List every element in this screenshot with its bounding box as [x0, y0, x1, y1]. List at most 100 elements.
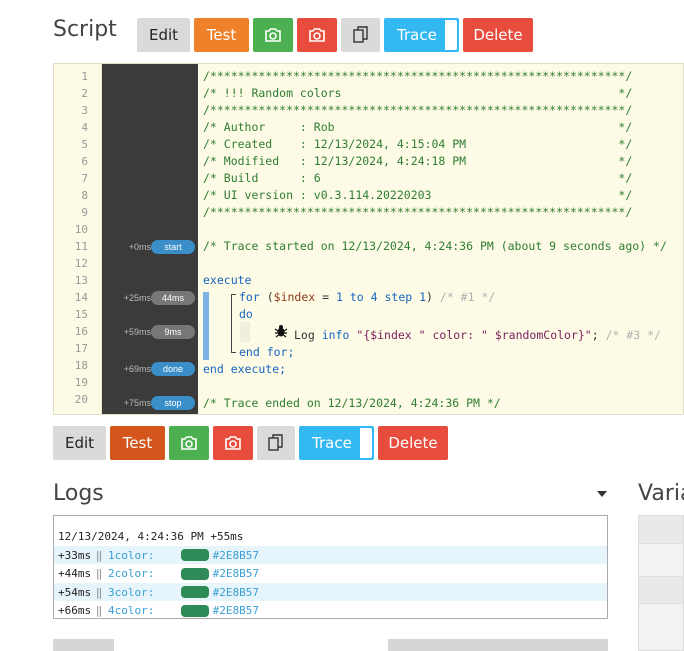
log-time: +66ms [58, 604, 92, 617]
log-index[interactable]: 1 [108, 549, 115, 562]
camera-icon [225, 436, 241, 450]
trace-switch[interactable] [445, 20, 457, 50]
trace-marker-stop[interactable]: stop [151, 396, 195, 410]
log-separator: ‖ [95, 567, 103, 580]
line-number: 17 [74, 342, 88, 355]
variables-row [639, 576, 683, 604]
trace-toggle-bottom[interactable]: Trace [299, 426, 374, 460]
trace-time-for: +25ms [123, 293, 151, 303]
line-number: 18 [74, 359, 88, 372]
block-marker [203, 292, 209, 360]
line-number: 14 [74, 291, 88, 304]
trace-marker-log[interactable]: 9ms [151, 325, 195, 339]
restore-snapshot-button[interactable] [297, 18, 337, 52]
trace-toggle[interactable]: Trace [384, 18, 459, 52]
delete-button-bottom[interactable]: Delete [378, 426, 448, 460]
log-row: +44ms ‖ 2 color: #2E8B57 [54, 565, 607, 583]
line-number: 15 [74, 308, 88, 321]
for-comment: /* #1 */ [432, 290, 496, 304]
bracket-bottom [231, 352, 236, 353]
chevron-down-icon[interactable] [597, 491, 607, 497]
line-number: 10 [74, 223, 88, 236]
indent-guide [240, 322, 250, 342]
log-index[interactable]: 2 [108, 567, 115, 580]
code-line-18: end execute; [203, 362, 287, 376]
bottom-control-b[interactable] [388, 639, 608, 651]
trace-marker-start[interactable]: start [151, 240, 195, 254]
line-number: 6 [81, 155, 88, 168]
delete-button[interactable]: Delete [463, 18, 533, 52]
code-line-6: /* Modified : 12/13/2024, 4:24:18 PM */ [203, 154, 633, 168]
for-close: ) [426, 290, 433, 304]
code-line-3: /***************************************… [203, 103, 633, 117]
copy-button-bottom[interactable] [257, 426, 295, 460]
code-line-13: execute [203, 273, 252, 287]
log-time: +44ms [58, 567, 92, 580]
trace-time-done: +69ms [123, 364, 151, 374]
line-number: 3 [81, 104, 88, 117]
trace-switch-bottom[interactable] [360, 428, 372, 458]
line-number: 19 [74, 376, 88, 389]
line-number: 11 [74, 240, 88, 253]
code-line-17: end for; [239, 345, 295, 359]
snapshot-button-bottom[interactable] [169, 426, 209, 460]
camera-icon [181, 436, 197, 450]
restore-snapshot-button-bottom[interactable] [213, 426, 253, 460]
bottom-control-a[interactable] [53, 639, 114, 651]
trace-label: Trace [397, 26, 437, 44]
line-number: 8 [81, 189, 88, 202]
test-button-bottom[interactable]: Test [110, 426, 165, 460]
color-swatch [180, 567, 209, 580]
log-hex: #2E8B57 [212, 585, 259, 599]
line-number: 4 [81, 121, 88, 134]
script-editor[interactable]: 1 2 3 4 5 6 7 8 9 10 11 12 13 14 15 16 17 18 19 20 /*******… [53, 63, 684, 415]
trace-time-log: +59ms [123, 327, 151, 337]
log-message: color: [114, 585, 155, 599]
line-number: 13 [74, 274, 88, 287]
test-button[interactable]: Test [194, 18, 249, 52]
variables-panel[interactable] [638, 515, 684, 651]
line-number: 2 [81, 87, 88, 100]
logs-panel[interactable]: 12/13/2024, 4:24:36 PM +55ms +33ms ‖ 1 col… [53, 515, 608, 619]
line-number: 20 [74, 393, 88, 406]
code-line-5: /* Created : 12/13/2024, 4:15:04 PM */ [203, 137, 633, 151]
log-hex: #2E8B57 [212, 604, 259, 617]
camera-icon [309, 28, 325, 42]
code-line-4: /* Author : Rob */ [203, 120, 633, 134]
bracket-top [231, 294, 236, 295]
line-number: 9 [81, 206, 88, 219]
trace-label-bottom: Trace [312, 434, 352, 452]
for-bracket [231, 294, 232, 352]
trace-marker-done[interactable]: done [151, 362, 195, 376]
log-separator: ‖ [95, 548, 103, 562]
log-row: +33ms ‖ 1 color: #2E8B57 [54, 546, 607, 564]
log-index[interactable]: 4 [108, 604, 115, 617]
log-message: color: [114, 548, 155, 562]
code-line-14: for ($index = 1 to 4 step 1) /* #1 */ [239, 290, 495, 304]
line-number: 16 [74, 325, 88, 338]
code-line-9: /***************************************… [203, 205, 633, 219]
line-number: 12 [74, 257, 88, 270]
for-from: 1 [335, 290, 343, 304]
snapshot-button[interactable] [253, 18, 293, 52]
camera-icon [265, 28, 281, 42]
color-swatch [180, 586, 209, 598]
logs-title: Logs [53, 481, 104, 506]
trace-time-stop: +75ms [123, 398, 151, 408]
log-comment: /* #3 */ [598, 328, 661, 342]
color-swatch [180, 549, 209, 561]
log-index[interactable]: 3 [108, 586, 115, 599]
code-line-7: /* Build : 6 */ [203, 171, 633, 185]
log-message: color: [114, 567, 155, 580]
edit-button-bottom[interactable]: Edit [53, 426, 106, 460]
copy-button[interactable] [341, 18, 380, 52]
for-eq: = [315, 290, 336, 304]
log-separator: ‖ [95, 585, 103, 599]
edit-button[interactable]: Edit [137, 18, 190, 52]
log-semicolon: ; [591, 328, 599, 342]
code-line-8: /* UI version : v0.3.114.20220203 */ [203, 188, 633, 202]
variables-header-row [639, 516, 683, 544]
trace-marker-for[interactable]: 44ms [151, 291, 195, 305]
for-keyword: for [239, 290, 260, 304]
log-time: +33ms [58, 548, 92, 562]
